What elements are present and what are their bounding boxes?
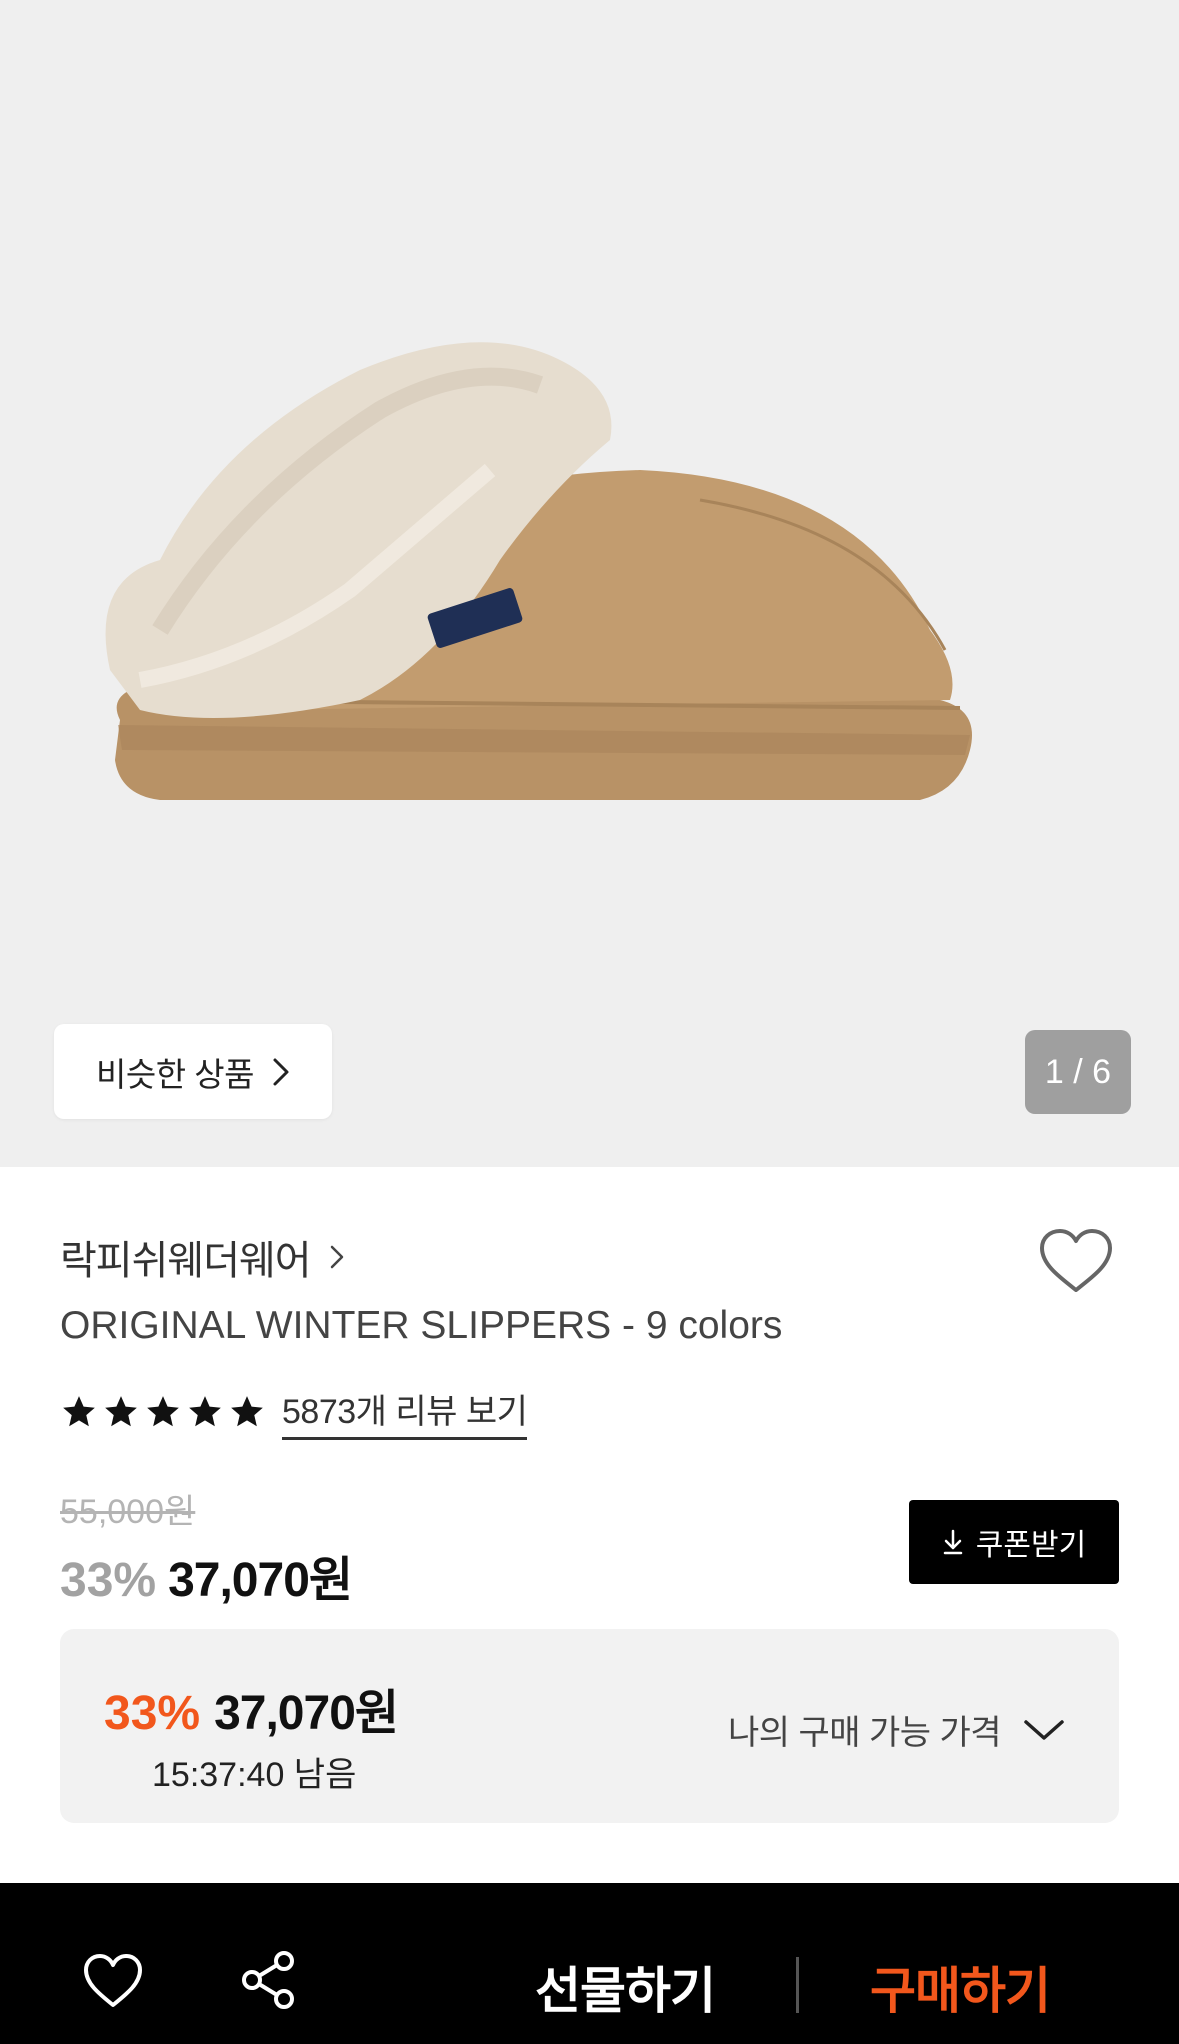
product-image	[105, 342, 972, 800]
star-icon	[63, 1396, 95, 1427]
my-price-toggle[interactable]: 나의 구매 가능 가격	[728, 1705, 1065, 1754]
share-icon[interactable]	[238, 1949, 298, 2011]
product-title: ORIGINAL WINTER SLIPPERS - 9 colors	[60, 1304, 783, 1347]
chevron-down-icon	[1024, 1719, 1064, 1740]
countdown-timer: 15:37:40 남음	[152, 1756, 357, 1794]
divider	[796, 1957, 799, 2013]
rating-row: 5873개 리뷰 보기	[60, 1384, 528, 1440]
gift-button[interactable]: 선물하기	[535, 1951, 716, 2023]
my-price-value: 37,070원	[214, 1687, 399, 1740]
star-icon	[147, 1396, 179, 1427]
star-icon	[105, 1396, 137, 1427]
star-icon	[231, 1396, 263, 1427]
download-icon	[943, 1529, 963, 1555]
similar-products-label: 비슷한 상품	[96, 1055, 254, 1093]
my-price-box[interactable]: 33% 37,070원 15:37:40 남음 나의 구매 가능 가격	[60, 1629, 1119, 1823]
my-price-label: 나의 구매 가능 가격	[728, 1714, 1002, 1752]
buy-button[interactable]: 구매하기	[870, 1951, 1051, 2023]
brand-name: 락피쉬웨더웨어	[60, 1239, 312, 1283]
price-row: 33% 37,070원	[60, 1540, 353, 1610]
bottom-action-bar: 선물하기 구매하기	[0, 1883, 1179, 2044]
chevron-right-icon	[273, 1058, 289, 1085]
coupon-button[interactable]: 쿠폰받기	[909, 1500, 1119, 1584]
my-discount-rate: 33%	[104, 1687, 201, 1740]
coupon-label: 쿠폰받기	[975, 1529, 1087, 1562]
my-price-row: 33% 37,070원	[104, 1673, 399, 1743]
original-price: 55,000원	[60, 1493, 196, 1531]
image-counter: 1 / 6	[1025, 1030, 1131, 1114]
sale-price: 37,070원	[168, 1554, 353, 1607]
heart-outline-icon[interactable]	[82, 1953, 144, 2009]
similar-products-button[interactable]: 비슷한 상품	[54, 1024, 332, 1119]
product-gallery[interactable]: 비슷한 상품 1 / 6	[0, 0, 1179, 1167]
discount-rate: 33%	[60, 1554, 157, 1607]
star-icon	[189, 1396, 221, 1427]
brand-link[interactable]: 락피쉬웨더웨어	[60, 1228, 345, 1286]
star-rating	[60, 1393, 266, 1431]
heart-outline-icon[interactable]	[1038, 1228, 1114, 1294]
review-link[interactable]: 5873개 리뷰 보기	[282, 1384, 528, 1440]
chevron-right-icon	[330, 1245, 343, 1269]
